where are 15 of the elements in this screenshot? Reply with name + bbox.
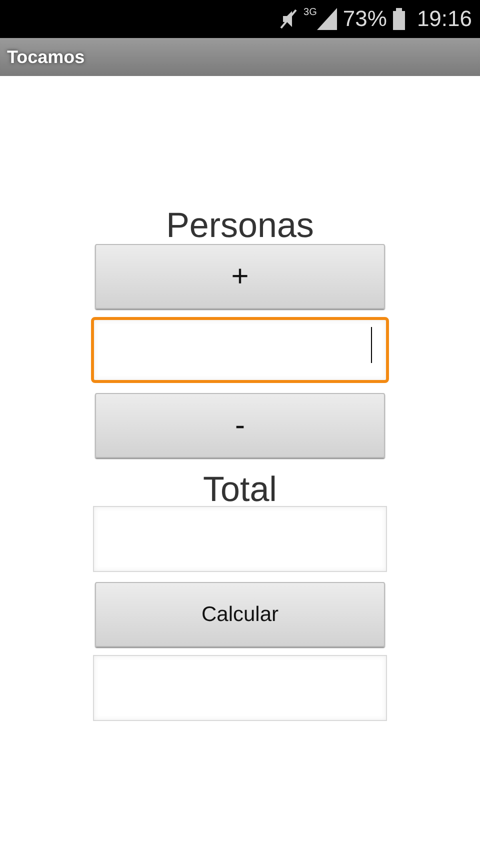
- action-button[interactable]: +: [95, 244, 385, 309]
- input-field[interactable]: [93, 506, 387, 572]
- app-title: Tocamos: [7, 46, 85, 68]
- network-type: 3G: [304, 8, 317, 18]
- section-label: Personas: [166, 208, 314, 246]
- battery-icon: [392, 8, 405, 30]
- battery-percent: 73%: [342, 6, 387, 32]
- section-label: Total: [203, 472, 277, 510]
- clock: 19:16: [416, 6, 472, 32]
- input-field[interactable]: [93, 655, 387, 721]
- action-button[interactable]: -: [95, 393, 385, 458]
- input-field[interactable]: [91, 317, 389, 383]
- signal-icon: [314, 8, 337, 30]
- action-button[interactable]: Calcular: [95, 582, 385, 647]
- mute-icon: [280, 8, 298, 30]
